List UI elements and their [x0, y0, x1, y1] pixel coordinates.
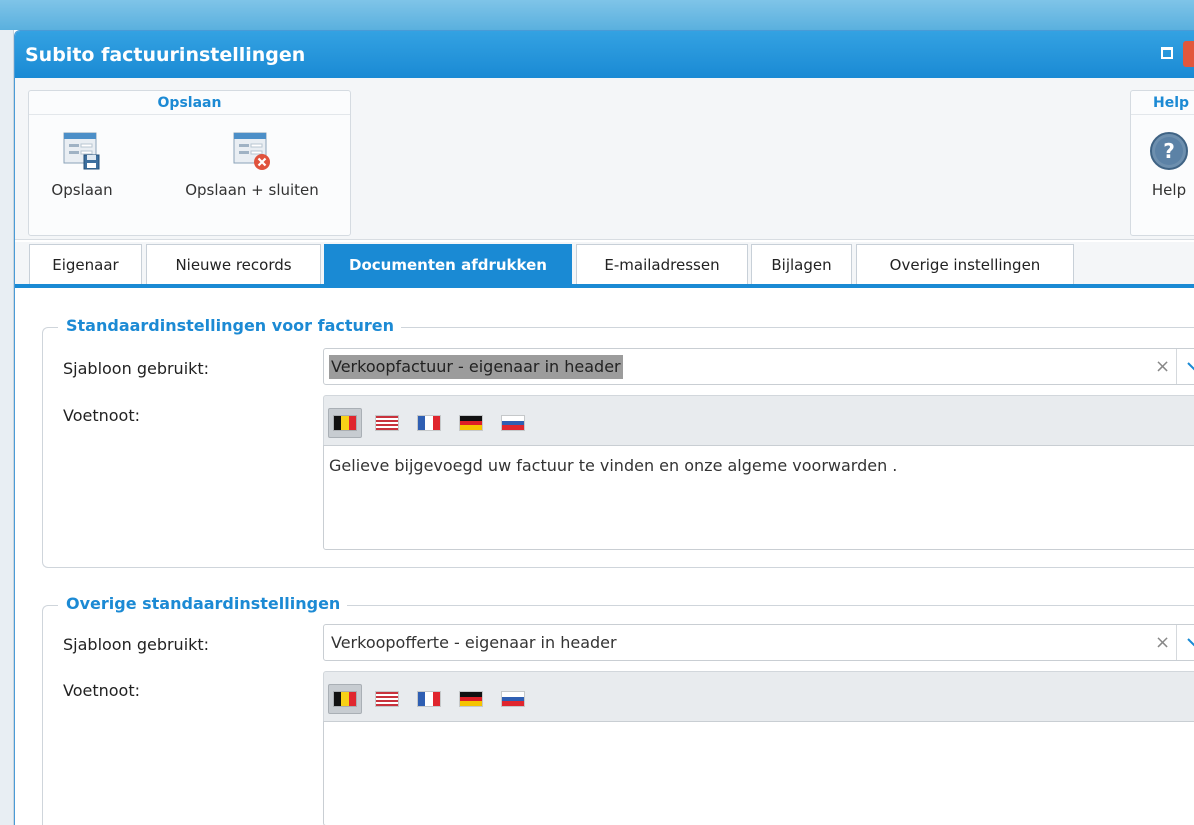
footnote-label: Voetnoot: [63, 406, 140, 425]
desktop-background [0, 0, 1194, 30]
other-template-value: Verkoopofferte - eigenaar in header [331, 633, 617, 652]
invoice-defaults-section: Standaardinstellingen voor facturen Sjab… [42, 316, 1194, 568]
other-defaults-section: Overige standaardinstellingen Sjabloon g… [42, 594, 1194, 825]
tab-nieuwe-records[interactable]: Nieuwe records [146, 244, 321, 284]
tab-eigenaar[interactable]: Eigenaar [29, 244, 142, 284]
language-flag-bar [323, 671, 1194, 721]
title-bar[interactable]: Subito factuurinstellingen [15, 31, 1194, 78]
save-close-label: Opslaan + sluiten [185, 181, 319, 199]
save-close-button[interactable]: Opslaan + sluiten [163, 131, 341, 199]
footnote-label: Voetnoot: [63, 681, 140, 700]
tab-overige-instellingen[interactable]: Overige instellingen [856, 244, 1074, 284]
other-footnote-textarea[interactable] [323, 721, 1194, 825]
other-defaults-legend: Overige standaardinstellingen [58, 594, 348, 613]
flag-usa-icon[interactable] [370, 684, 404, 714]
tab-documenten-afdrukken[interactable]: Documenten afdrukken [324, 244, 572, 284]
flag-belgium-icon[interactable] [328, 408, 362, 438]
invoice-footnote-textarea[interactable]: Gelieve bijgevoegd uw factuur te vinden … [323, 445, 1194, 550]
window-title: Subito factuurinstellingen [25, 43, 306, 66]
flag-germany-icon[interactable] [454, 408, 488, 438]
flag-france-icon[interactable] [412, 408, 446, 438]
template-label: Sjabloon gebruikt: [63, 359, 210, 378]
save-group-title: Opslaan [29, 91, 350, 115]
settings-dialog: Subito factuurinstellingen Opslaan Opsla… [14, 30, 1194, 825]
help-button[interactable]: ? Help [1139, 131, 1194, 199]
save-button[interactable]: Opslaan [33, 131, 131, 199]
help-group-title: Help [1131, 91, 1194, 115]
other-template-select[interactable]: Verkoopofferte - eigenaar in header × [323, 624, 1194, 661]
ribbon-toolbar: Opslaan Opslaan Opslaan + sluiten Help ?… [15, 78, 1194, 240]
invoice-template-value: Verkoopfactuur - eigenaar in header [329, 355, 623, 379]
svg-text:?: ? [1163, 139, 1175, 163]
template-label: Sjabloon gebruikt: [63, 635, 210, 654]
invoice-defaults-legend: Standaardinstellingen voor facturen [58, 316, 402, 335]
save-icon [63, 132, 100, 170]
tab-e-mailadressen[interactable]: E-mailadressen [576, 244, 748, 284]
flag-slovakia-icon[interactable] [496, 684, 530, 714]
flag-germany-icon[interactable] [454, 684, 488, 714]
maximize-icon[interactable] [1161, 47, 1173, 59]
help-icon: ? [1150, 132, 1188, 170]
save-label: Opslaan [51, 181, 113, 199]
help-group: Help ? Help [1130, 90, 1194, 236]
help-label: Help [1151, 181, 1187, 199]
save-group: Opslaan Opslaan Opslaan + sluiten [28, 90, 351, 236]
flag-belgium-icon[interactable] [328, 684, 362, 714]
language-flag-bar [323, 395, 1194, 445]
chevron-down-icon[interactable] [1179, 625, 1194, 660]
chevron-down-icon[interactable] [1179, 349, 1194, 384]
close-button[interactable] [1183, 41, 1194, 67]
tab-bijlagen[interactable]: Bijlagen [751, 244, 852, 284]
flag-usa-icon[interactable] [370, 408, 404, 438]
clear-icon[interactable]: × [1149, 625, 1177, 660]
invoice-template-select[interactable]: Verkoopfactuur - eigenaar in header × [323, 348, 1194, 385]
tab-bar: Eigenaar Nieuwe records Documenten afdru… [15, 242, 1194, 288]
flag-france-icon[interactable] [412, 684, 446, 714]
background-window-edge [0, 30, 14, 825]
flag-slovakia-icon[interactable] [496, 408, 530, 438]
save-close-icon [233, 132, 270, 170]
clear-icon[interactable]: × [1149, 349, 1177, 384]
